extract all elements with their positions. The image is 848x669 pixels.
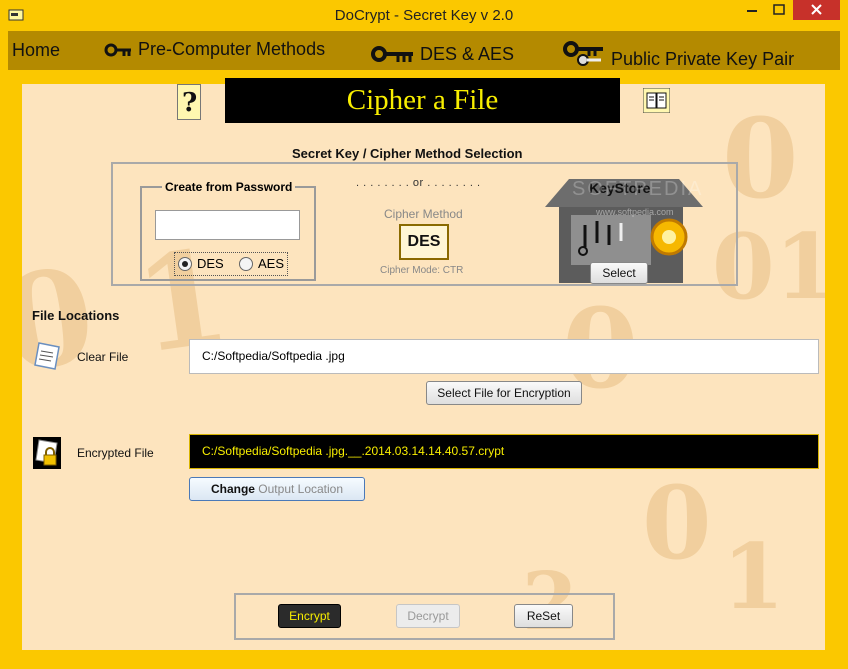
or-separator: . . . . . . . . or . . . . . . . . <box>356 177 481 189</box>
softpedia-watermark: SOFTPEDIA <box>572 178 704 200</box>
background-digits: 1 <box>722 524 785 630</box>
key-icon <box>371 46 413 62</box>
menu-home[interactable]: Home <box>12 40 60 61</box>
clear-file-label: Clear File <box>77 350 129 364</box>
radio-des-label: DES <box>197 256 224 271</box>
file-locations-title: File Locations <box>32 308 120 323</box>
encrypted-file-label: Encrypted File <box>77 446 154 460</box>
radio-aes-indicator <box>239 256 253 271</box>
keystore-select-button[interactable]: Select <box>590 262 648 284</box>
change-label-rest: Output Location <box>254 482 344 496</box>
window-title: DoCrypt - Secret Key v 2.0 <box>334 7 514 24</box>
key-icon <box>104 43 131 56</box>
change-output-location-button[interactable]: Change Output Location <box>189 477 365 501</box>
encrypt-button[interactable]: Encrypt <box>278 604 341 628</box>
close-button[interactable] <box>793 0 840 20</box>
radio-aes-label: AES <box>258 256 285 271</box>
menu-public-private-label: Public Private Key Pair <box>611 49 795 69</box>
radio-aes[interactable]: AES <box>239 256 284 271</box>
document-icon <box>33 341 61 371</box>
menu-bar: Home Pre-Computer Methods DES & AES Publ… <box>8 31 840 70</box>
change-label-bold: Change <box>210 482 255 496</box>
create-from-password-label: Create from Password <box>162 180 296 194</box>
menu-des-aes[interactable]: DES & AES <box>370 43 514 65</box>
minimize-button[interactable] <box>738 0 766 20</box>
background-digits: 0 <box>642 464 712 582</box>
key-pair-icon <box>563 40 603 66</box>
select-file-button[interactable]: Select File for Encryption <box>426 381 582 405</box>
selection-section-title: Secret Key / Cipher Method Selection <box>292 146 523 161</box>
password-input[interactable] <box>155 210 300 240</box>
softpedia-url-watermark: www.softpedia.com <box>596 207 674 217</box>
app-icon <box>8 8 24 22</box>
encrypted-file-path-field[interactable]: C:/Softpedia/Softpedia .jpg.__.2014.03.1… <box>189 434 819 469</box>
menu-des-aes-label: DES & AES <box>420 43 515 64</box>
menu-public-private-key-pair[interactable]: Public Private Key Pair <box>563 35 794 70</box>
decrypt-button[interactable]: Decrypt <box>396 604 460 628</box>
svg-text:?: ? <box>182 88 197 118</box>
radio-des-indicator <box>178 256 192 271</box>
clear-file-path-field[interactable]: C:/Softpedia/Softpedia .jpg <box>189 339 819 374</box>
maximize-button[interactable] <box>766 0 793 20</box>
title-bar: DoCrypt - Secret Key v 2.0 <box>0 0 848 31</box>
page-title: Cipher a File <box>225 78 620 123</box>
reset-button[interactable]: ReSet <box>514 604 573 628</box>
locked-document-icon <box>33 437 61 469</box>
cipher-mode-label: Cipher Mode: CTR <box>380 265 464 276</box>
menu-pre-computer-label: Pre-Computer Methods <box>138 39 326 59</box>
menu-home-label: Home <box>12 40 61 60</box>
help-icon[interactable]: ? <box>177 84 201 120</box>
book-icon[interactable] <box>642 87 671 114</box>
cipher-method-button[interactable]: DES <box>399 224 449 260</box>
radio-des[interactable]: DES <box>178 256 224 271</box>
cipher-method-label: Cipher Method <box>384 207 463 221</box>
menu-pre-computer-methods[interactable]: Pre-Computer Methods <box>104 39 325 60</box>
